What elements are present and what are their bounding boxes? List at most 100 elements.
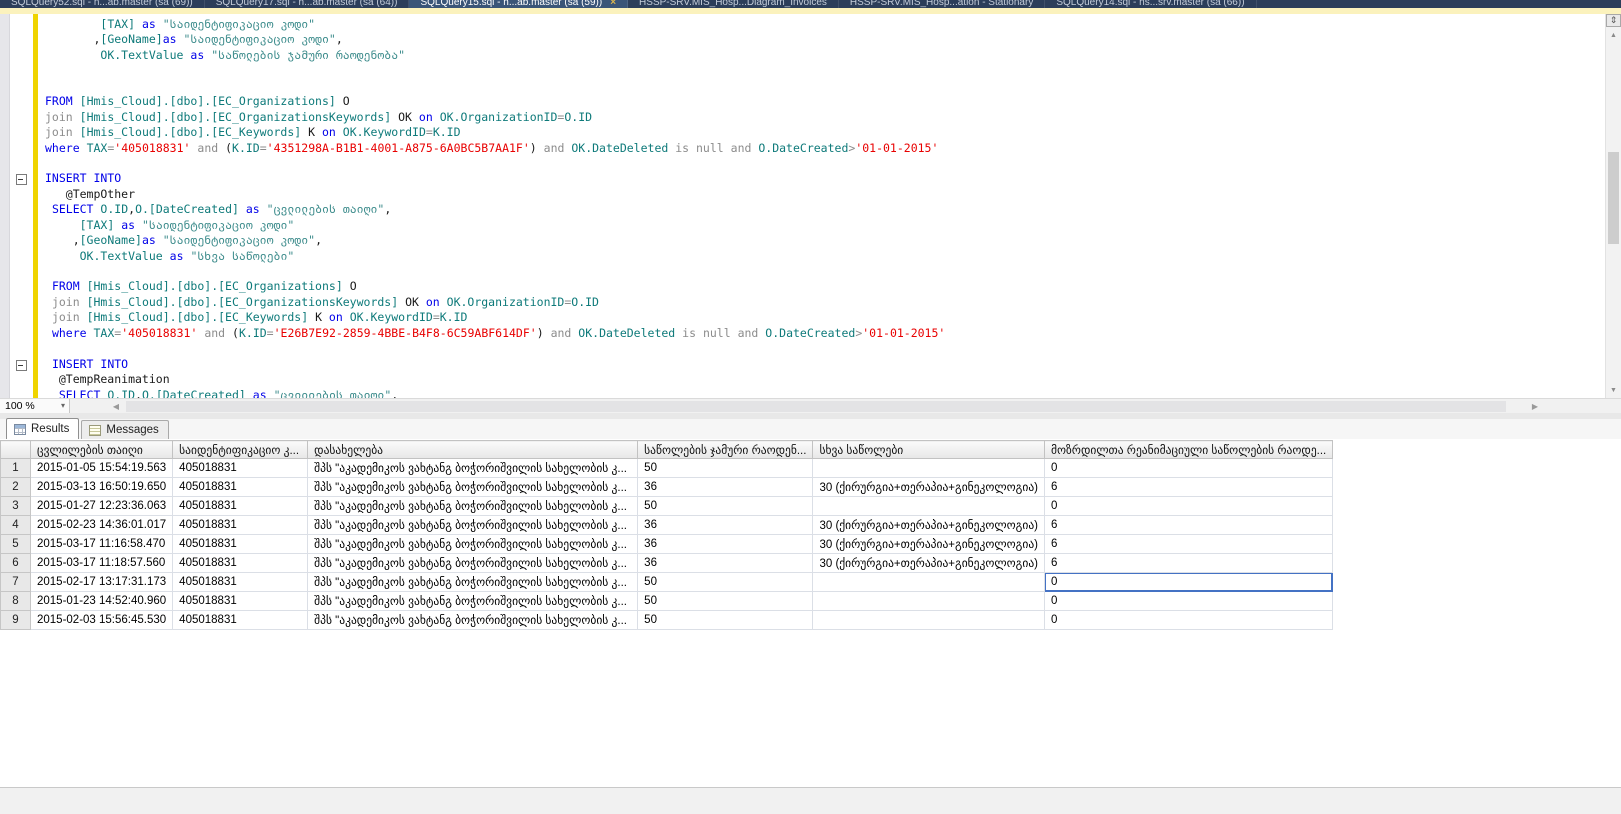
document-tab[interactable]: HSSP-SRV.MIS_Hosp...ation - Stationary	[839, 0, 1045, 8]
row-number[interactable]: 6	[1, 554, 31, 573]
grid-cell[interactable]: 2015-01-27 12:23:36.063	[31, 497, 173, 516]
code-line: SELECT O.ID,O.[DateCreated] as "ცვლილები…	[45, 202, 1595, 217]
grid-cell[interactable]: შპს "აკადემიკოს ვახტანგ ბოჭორიშვილის სახ…	[308, 478, 638, 497]
grid-cell[interactable]: 50	[638, 497, 813, 516]
grid-cell[interactable]: 2015-01-05 15:54:19.563	[31, 459, 173, 478]
row-number[interactable]: 3	[1, 497, 31, 516]
grid-cell[interactable]: შპს "აკადემიკოს ვახტანგ ბოჭორიშვილის სახ…	[308, 497, 638, 516]
grid-cell[interactable]: 6	[1045, 516, 1333, 535]
collapse-region-icon[interactable]	[16, 174, 27, 185]
grid-cell[interactable]: 405018831	[173, 611, 308, 630]
grid-cell[interactable]: 30 (ქირურგია+თერაპია+გინეკოლოგია)	[813, 478, 1045, 497]
close-icon[interactable]: ×	[610, 0, 616, 8]
document-tabs-row: SQLQuery52.sql - h...ab.master (sa (69))…	[0, 0, 1621, 8]
grid-cell[interactable]: 50	[638, 592, 813, 611]
editor-vertical-scrollbar[interactable]: ⇕ ▲ ▼	[1605, 14, 1621, 398]
grid-cell[interactable]: 50	[638, 611, 813, 630]
document-tab[interactable]: SQLQuery14.sql - hs...srv.master (sa (66…	[1045, 0, 1256, 8]
grid-cell[interactable]: 2015-02-17 13:17:31.173	[31, 573, 173, 592]
grid-cell[interactable]	[813, 573, 1045, 592]
grid-cell[interactable]: 6	[1045, 478, 1333, 497]
select-all-corner[interactable]	[1, 441, 31, 459]
grid-cell[interactable]	[813, 611, 1045, 630]
grid-cell[interactable]: შპს "აკადემიკოს ვახტანგ ბოჭორიშვილის სახ…	[308, 592, 638, 611]
row-number[interactable]: 2	[1, 478, 31, 497]
grid-cell[interactable]: 50	[638, 573, 813, 592]
grid-cell[interactable]: 36	[638, 535, 813, 554]
row-number[interactable]: 8	[1, 592, 31, 611]
grid-cell[interactable]: 0	[1045, 459, 1333, 478]
grid-cell[interactable]: 6	[1045, 535, 1333, 554]
column-header[interactable]: სხვა საწოლები	[813, 441, 1045, 459]
column-header[interactable]: ცვლილების თაიღი	[31, 441, 173, 459]
grid-cell[interactable]: 2015-03-13 16:50:19.650	[31, 478, 173, 497]
grid-cell[interactable]: შპს "აკადემიკოს ვახტანგ ბოჭორიშვილის სახ…	[308, 573, 638, 592]
column-header[interactable]: საწოლების ჯამური რაოდენ...	[638, 441, 813, 459]
scroll-up-icon[interactable]: ▲	[1606, 29, 1621, 43]
horizontal-scroll-thumb[interactable]	[126, 401, 1506, 412]
editor-horizontal-scrollbar[interactable]: 100 % ▾ ◀ ▶	[0, 398, 1621, 413]
grid-cell[interactable]: 36	[638, 478, 813, 497]
scroll-down-icon[interactable]: ▼	[1606, 384, 1621, 398]
column-header[interactable]: მოზრდილთა რეანიმაციული საწოლების რაოდე..…	[1045, 441, 1333, 459]
grid-cell[interactable]: შპს "აკადემიკოს ვახტანგ ბოჭორიშვილის სახ…	[308, 611, 638, 630]
grid-cell[interactable]: 2015-01-23 14:52:40.960	[31, 592, 173, 611]
grid-cell[interactable]: 405018831	[173, 478, 308, 497]
row-number[interactable]: 1	[1, 459, 31, 478]
grid-cell[interactable]: 0	[1045, 497, 1333, 516]
document-tab-label: SQLQuery15.sql - h...ab.master (sa (59))	[420, 0, 602, 8]
row-number[interactable]: 9	[1, 611, 31, 630]
grid-cell[interactable]: შპს "აკადემიკოს ვახტანგ ბოჭორიშვილის სახ…	[308, 459, 638, 478]
grid-cell[interactable]: შპს "აკადემიკოს ვახტანგ ბოჭორიშვილის სახ…	[308, 535, 638, 554]
grid-cell[interactable]: 405018831	[173, 592, 308, 611]
document-tab[interactable]: SQLQuery52.sql - h...ab.master (sa (69))	[0, 0, 205, 8]
grid-cell[interactable]: 36	[638, 554, 813, 573]
grid-cell[interactable]	[813, 459, 1045, 478]
results-grid[interactable]: ცვლილების თაიღისაიდენტიფიკაციო კ...დასახ…	[0, 440, 1333, 630]
document-tab[interactable]: SQLQuery17.sql - h...ab.master (sa (64))	[205, 0, 410, 8]
grid-cell[interactable]	[813, 592, 1045, 611]
grid-cell[interactable]: 2015-02-03 15:56:45.530	[31, 611, 173, 630]
column-header[interactable]: საიდენტიფიკაციო კ...	[173, 441, 308, 459]
grid-cell[interactable]: 30 (ქირურგია+თერაპია+გინეკოლოგია)	[813, 554, 1045, 573]
document-tab[interactable]: SQLQuery15.sql - h...ab.master (sa (59))…	[409, 0, 628, 8]
code-line: @TempReanimation	[45, 372, 1595, 387]
grid-cell[interactable]: 2015-03-17 11:18:57.560	[31, 554, 173, 573]
grid-cell[interactable]: 0	[1045, 611, 1333, 630]
grid-cell[interactable]: 2015-03-17 11:16:58.470	[31, 535, 173, 554]
grid-cell[interactable]: 405018831	[173, 554, 308, 573]
grid-cell[interactable]: 405018831	[173, 516, 308, 535]
grid-cell[interactable]: 2015-02-23 14:36:01.017	[31, 516, 173, 535]
grid-cell[interactable]: 405018831	[173, 573, 308, 592]
scroll-left-icon[interactable]: ◀	[108, 399, 124, 414]
tab-results[interactable]: Results	[6, 418, 79, 439]
grid-cell[interactable]: 36	[638, 516, 813, 535]
editor-splitter-handle-icon[interactable]: ⇕	[1606, 14, 1621, 27]
document-tab[interactable]: HSSP-SRV.MIS_Hosp...Diagram_Invoices	[628, 0, 839, 8]
scroll-right-icon[interactable]: ▶	[1527, 399, 1543, 414]
chevron-down-icon[interactable]: ▾	[61, 401, 65, 410]
grid-cell[interactable]: 6	[1045, 554, 1333, 573]
row-number[interactable]: 7	[1, 573, 31, 592]
collapse-region-icon[interactable]	[16, 360, 27, 371]
column-header[interactable]: დასახელება	[308, 441, 638, 459]
editor-zoom-combo[interactable]: 100 % ▾	[0, 399, 70, 414]
change-tracking-bar	[33, 14, 38, 398]
vertical-scroll-thumb[interactable]	[1608, 152, 1619, 244]
grid-cell[interactable]	[813, 497, 1045, 516]
sql-editor[interactable]: [TAX] as "საიდენტიფიკაციო კოდი" ,[GeoNam…	[0, 14, 1621, 398]
grid-cell[interactable]: 50	[638, 459, 813, 478]
grid-cell[interactable]: 0	[1045, 592, 1333, 611]
grid-cell[interactable]: 30 (ქირურგია+თერაპია+გინეკოლოგია)	[813, 535, 1045, 554]
grid-cell[interactable]: 405018831	[173, 497, 308, 516]
row-number[interactable]: 5	[1, 535, 31, 554]
grid-cell[interactable]: შპს "აკადემიკოს ვახტანგ ბოჭორიშვილის სახ…	[308, 516, 638, 535]
grid-cell[interactable]: 405018831	[173, 535, 308, 554]
grid-cell[interactable]: 30 (ქირურგია+თერაპია+გინეკოლოგია)	[813, 516, 1045, 535]
grid-cell[interactable]: 0	[1045, 573, 1333, 592]
row-number[interactable]: 4	[1, 516, 31, 535]
grid-cell[interactable]: შპს "აკადემიკოს ვახტანგ ბოჭორიშვილის სახ…	[308, 554, 638, 573]
grid-cell[interactable]: 405018831	[173, 459, 308, 478]
tab-messages[interactable]: Messages	[81, 420, 168, 439]
code-area[interactable]: [TAX] as "საიდენტიფიკაციო კოდი" ,[GeoNam…	[45, 17, 1595, 403]
